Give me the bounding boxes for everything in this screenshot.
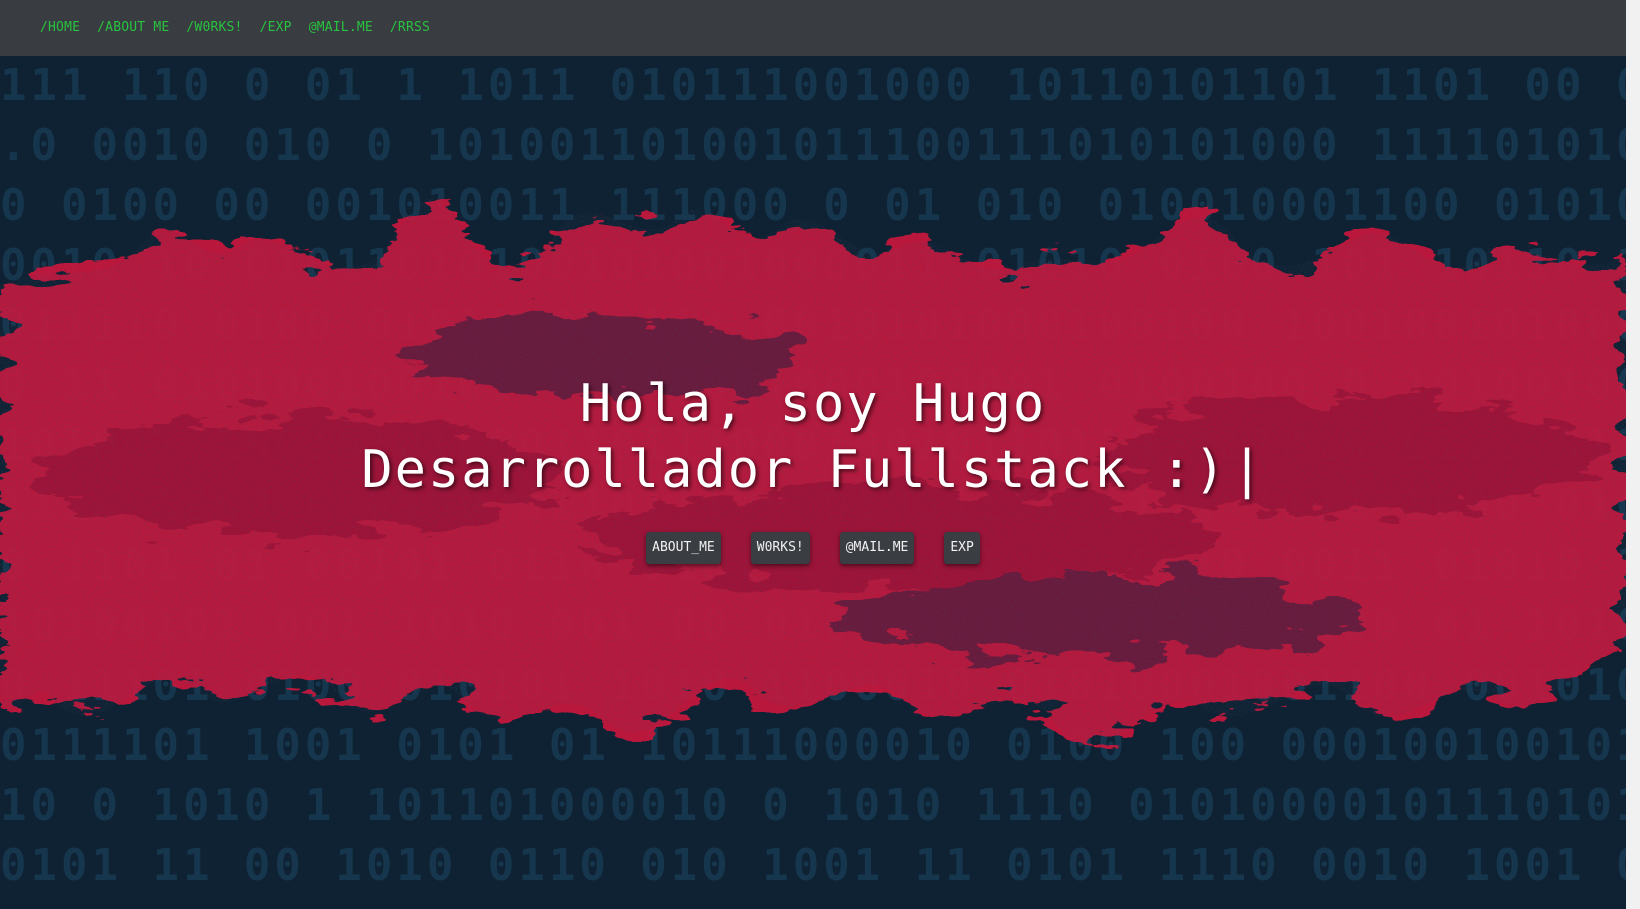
nav-about-link[interactable]: /ABOUT ME [97,18,169,38]
main-nav: /HOME /ABOUT ME /W0RKS! /EXP @MAIL.ME /R… [40,18,447,38]
headline-role: Desarrollador Fullstack :)| [0,437,1626,503]
hero-section: 111 110 0 01 1 1011 010111001000 1011010… [0,56,1626,909]
nav-home-link[interactable]: /HOME [40,18,80,38]
page: /HOME /ABOUT ME /W0RKS! /EXP @MAIL.ME /R… [0,0,1640,909]
nav-exp-link[interactable]: /EXP [260,18,292,38]
nav-works-link[interactable]: /W0RKS! [186,18,242,38]
hero-buttons: ABOUT_ME W0RKS! @MAIL.ME EXP [0,532,1626,564]
typing-cursor: | [1231,440,1265,500]
top-navbar: /HOME /ABOUT ME /W0RKS! /EXP @MAIL.ME /R… [0,0,1626,56]
nav-rrss-link[interactable]: /RRSS [390,18,430,38]
headline-greeting: Hola, soy Hugo [579,374,1047,434]
exp-button[interactable]: EXP [944,532,980,564]
works-button[interactable]: W0RKS! [750,532,810,564]
vertical-scrollbar[interactable] [1626,0,1640,909]
mail-me-button[interactable]: @MAIL.ME [839,532,915,564]
hero-headline: Hola, soy Hugo Desarrollador Fullstack :… [0,371,1626,503]
headline-role-text: Desarrollador Fullstack :) [361,440,1228,500]
about-me-button[interactable]: ABOUT_ME [646,532,721,564]
nav-mail-link[interactable]: @MAIL.ME [309,18,373,38]
